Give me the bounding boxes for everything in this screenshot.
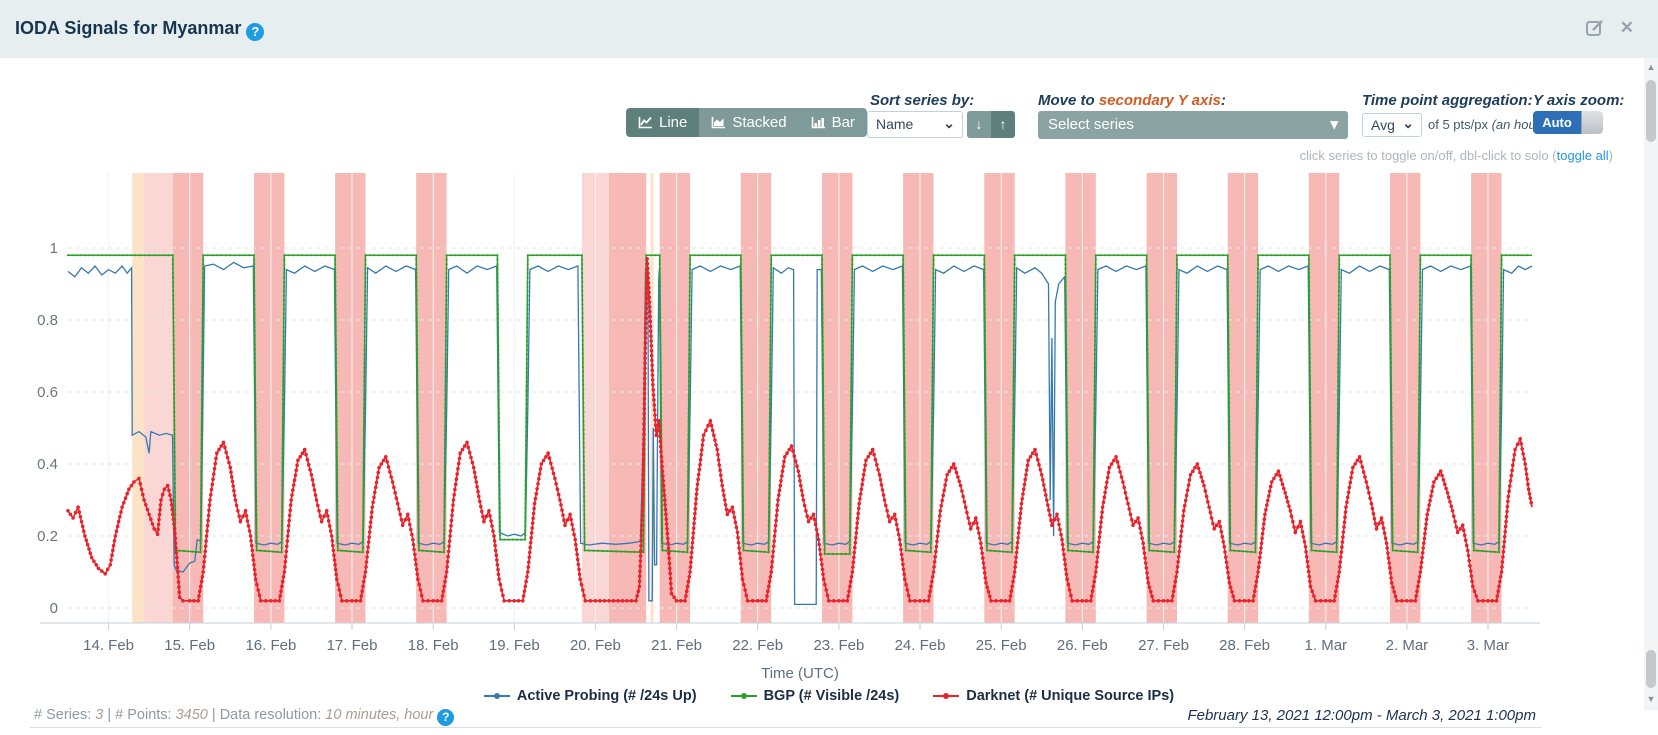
aggregation-note-text: of 5 pts/px	[1428, 117, 1492, 132]
chart-legend: Active Probing (# /24s Up) BGP (# Visibl…	[0, 688, 1658, 704]
points-count-value: 3450	[176, 707, 208, 723]
svg-text:24. Feb: 24. Feb	[895, 637, 946, 654]
scrollbar-thumb[interactable]	[1646, 80, 1656, 142]
svg-text:15. Feb: 15. Feb	[164, 637, 215, 654]
stacked-button-label: Stacked	[732, 114, 786, 131]
select-series-placeholder: Select series	[1048, 116, 1134, 133]
sort-series-label: Sort series by:	[870, 92, 974, 109]
bar-button-label: Bar	[832, 114, 855, 131]
svg-text:0.8: 0.8	[37, 312, 58, 329]
chart-type-button-group: Line Stacked Bar	[626, 108, 867, 137]
svg-text:2. Mar: 2. Mar	[1386, 637, 1429, 654]
svg-text:23. Feb: 23. Feb	[813, 637, 864, 654]
secondary-axis-label-suffix: :	[1221, 92, 1226, 109]
line-chart-icon	[638, 116, 653, 129]
points-count-label: | # Points:	[103, 707, 175, 723]
scroll-down-icon[interactable]: ▼	[1645, 692, 1657, 707]
date-range: February 13, 2021 12:00pm - March 3, 202…	[1187, 707, 1536, 724]
close-icon[interactable]: ✕	[1620, 18, 1634, 37]
svg-text:17. Feb: 17. Feb	[327, 637, 378, 654]
legend-label: BGP (# Visible /24s)	[764, 688, 900, 704]
svg-text:0.6: 0.6	[37, 384, 58, 401]
legend-marker-icon	[731, 691, 757, 701]
sort-ascending-button[interactable]: ↑	[991, 111, 1015, 138]
timeseries-chart[interactable]: 0 0.2 0.4 0.6 0.8 1 14. Feb 15. Feb 16. Feb 17. F…	[0, 160, 1658, 688]
aggregation-label: Time point aggregation:	[1362, 92, 1533, 109]
toggle-knob	[1581, 111, 1603, 134]
legend-item[interactable]: Darknet (# Unique Source IPs)	[933, 688, 1174, 704]
chevron-down-icon: ⌄	[1402, 115, 1414, 132]
svg-text:Time (UTC): Time (UTC)	[761, 665, 839, 682]
svg-text:22. Feb: 22. Feb	[732, 637, 783, 654]
select-series-dropdown[interactable]: Select series ▾	[1038, 111, 1348, 139]
svg-text:27. Feb: 27. Feb	[1138, 637, 1189, 654]
svg-text:25. Feb: 25. Feb	[976, 637, 1027, 654]
chevron-down-icon: ▾	[1330, 115, 1338, 133]
svg-text:0.4: 0.4	[37, 456, 58, 473]
aggregation-select[interactable]: Avg ⌄	[1362, 113, 1422, 137]
help-icon[interactable]: ?	[246, 23, 264, 41]
secondary-axis-label-highlight: secondary Y axis	[1099, 92, 1221, 109]
bar-chart-button[interactable]: Bar	[799, 108, 867, 137]
svg-text:1: 1	[50, 240, 58, 257]
scrollbar-track[interactable]	[1644, 58, 1658, 710]
page-title: IODA Signals for Myanmar ?	[15, 18, 264, 41]
y-axis-zoom-toggle[interactable]: Auto	[1533, 111, 1603, 134]
y-axis-zoom-toggle-label: Auto	[1533, 111, 1581, 134]
area-chart-icon	[711, 116, 726, 129]
help-icon[interactable]: ?	[437, 709, 454, 726]
resolution-value: 10 minutes, hour	[325, 707, 433, 723]
svg-text:3. Mar: 3. Mar	[1467, 637, 1510, 654]
aggregation-value: Avg	[1371, 117, 1395, 133]
svg-text:28. Feb: 28. Feb	[1219, 637, 1270, 654]
stacked-chart-button[interactable]: Stacked	[699, 108, 798, 137]
chevron-down-icon: ⌄	[943, 115, 955, 132]
edit-icon[interactable]	[1585, 18, 1605, 38]
svg-text:14. Feb: 14. Feb	[83, 637, 134, 654]
aggregation-note: of 5 pts/px (an hour)	[1428, 117, 1544, 132]
sort-series-value: Name	[876, 116, 913, 132]
svg-text:21. Feb: 21. Feb	[651, 637, 702, 654]
chart-stats: # Series: 3 | # Points: 3450 | Data reso…	[34, 707, 454, 726]
sort-series-select[interactable]: Name ⌄	[867, 111, 963, 138]
svg-text:1. Mar: 1. Mar	[1305, 637, 1348, 654]
svg-text:16. Feb: 16. Feb	[245, 637, 296, 654]
line-button-label: Line	[659, 114, 687, 131]
legend-item[interactable]: Active Probing (# /24s Up)	[484, 688, 697, 704]
scroll-up-icon[interactable]: ▲	[1645, 60, 1657, 75]
page-title-text: IODA Signals for Myanmar	[15, 18, 241, 38]
series-count-label: # Series:	[34, 707, 95, 723]
svg-text:0.2: 0.2	[37, 528, 58, 545]
secondary-axis-label-prefix: Move to	[1038, 92, 1099, 109]
legend-label: Active Probing (# /24s Up)	[517, 688, 697, 704]
svg-text:18. Feb: 18. Feb	[408, 637, 459, 654]
legend-marker-icon	[933, 691, 959, 701]
line-chart-button[interactable]: Line	[626, 108, 699, 137]
secondary-axis-label: Move to secondary Y axis:	[1038, 92, 1226, 109]
legend-marker-icon	[484, 691, 510, 701]
dialog-header: IODA Signals for Myanmar ? ✕	[0, 0, 1658, 58]
resolution-label: | Data resolution:	[208, 707, 325, 723]
bar-chart-icon	[811, 116, 826, 129]
svg-text:0: 0	[50, 600, 58, 617]
scrollbar-thumb[interactable]	[1646, 650, 1656, 688]
divider	[30, 727, 1542, 728]
svg-text:19. Feb: 19. Feb	[489, 637, 540, 654]
sort-descending-button[interactable]: ↓	[967, 111, 991, 138]
svg-text:26. Feb: 26. Feb	[1057, 637, 1108, 654]
legend-label: Darknet (# Unique Source IPs)	[966, 688, 1174, 704]
svg-text:20. Feb: 20. Feb	[570, 637, 621, 654]
y-axis-zoom-label: Y axis zoom:	[1533, 92, 1624, 109]
legend-item[interactable]: BGP (# Visible /24s)	[731, 688, 900, 704]
